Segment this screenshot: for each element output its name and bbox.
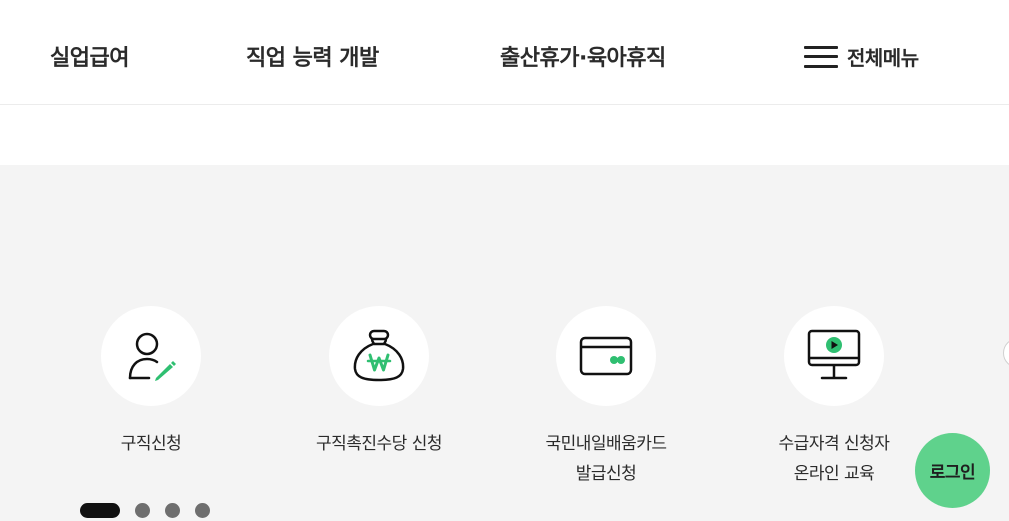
quick-link-label: 수급자격 신청자 온라인 교육 [724, 429, 944, 489]
all-menu-label: 전체메뉴 [847, 46, 919, 70]
nav-item-unemployment-benefit[interactable]: 실업급여 [50, 40, 129, 72]
quick-link-icon-circle [101, 306, 201, 406]
quick-link-label: 구직신청 [120, 434, 182, 454]
quick-link-label-line: 온라인 교육 [793, 464, 875, 484]
all-menu-button[interactable]: 전체메뉴 [804, 42, 919, 71]
top-navigation: 실업급여 직업 능력 개발 출산휴가·육아휴직 전체메뉴 [0, 0, 1009, 105]
quick-link-label-line: 수급자격 신청자 [778, 434, 890, 454]
credit-card-icon [579, 336, 633, 376]
quick-link-eligibility-online-education[interactable]: 수급자격 신청자 온라인 교육 [724, 306, 944, 489]
quick-link-label: 국민내일배움카드 발급신청 [496, 429, 716, 489]
person-edit-icon [128, 332, 176, 381]
quick-link-label-line: 국민내일배움카드 [545, 434, 667, 454]
quick-link-icon-circle [556, 306, 656, 406]
quick-link-label-line: 발급신청 [575, 464, 637, 484]
monitor-play-icon [807, 329, 861, 380]
pagination-dot[interactable] [135, 503, 150, 518]
pagination-dot[interactable] [165, 503, 180, 518]
hamburger-menu-icon [804, 44, 838, 70]
quick-link-job-application[interactable]: 구직신청 [41, 306, 261, 459]
quick-link-icon-circle [784, 306, 884, 406]
quick-link-national-learning-card[interactable]: 국민내일배움카드 발급신청 [496, 306, 716, 489]
pagination-dot[interactable] [195, 503, 210, 518]
quick-link-label: 구직촉진수당 신청 [315, 434, 443, 454]
nav-item-job-skill-development[interactable]: 직업 능력 개발 [246, 40, 379, 72]
carousel-pagination [80, 503, 225, 518]
login-button[interactable]: 로그인 [915, 433, 990, 508]
nav-item-maternity-parental-leave[interactable]: 출산휴가·육아휴직 [500, 40, 666, 72]
quick-link-icon-circle [329, 306, 429, 406]
pagination-dot-active[interactable] [80, 503, 120, 518]
money-bag-won-icon [353, 329, 405, 382]
quick-link-job-seeking-allowance[interactable]: 구직촉진수당 신청 [269, 306, 489, 459]
